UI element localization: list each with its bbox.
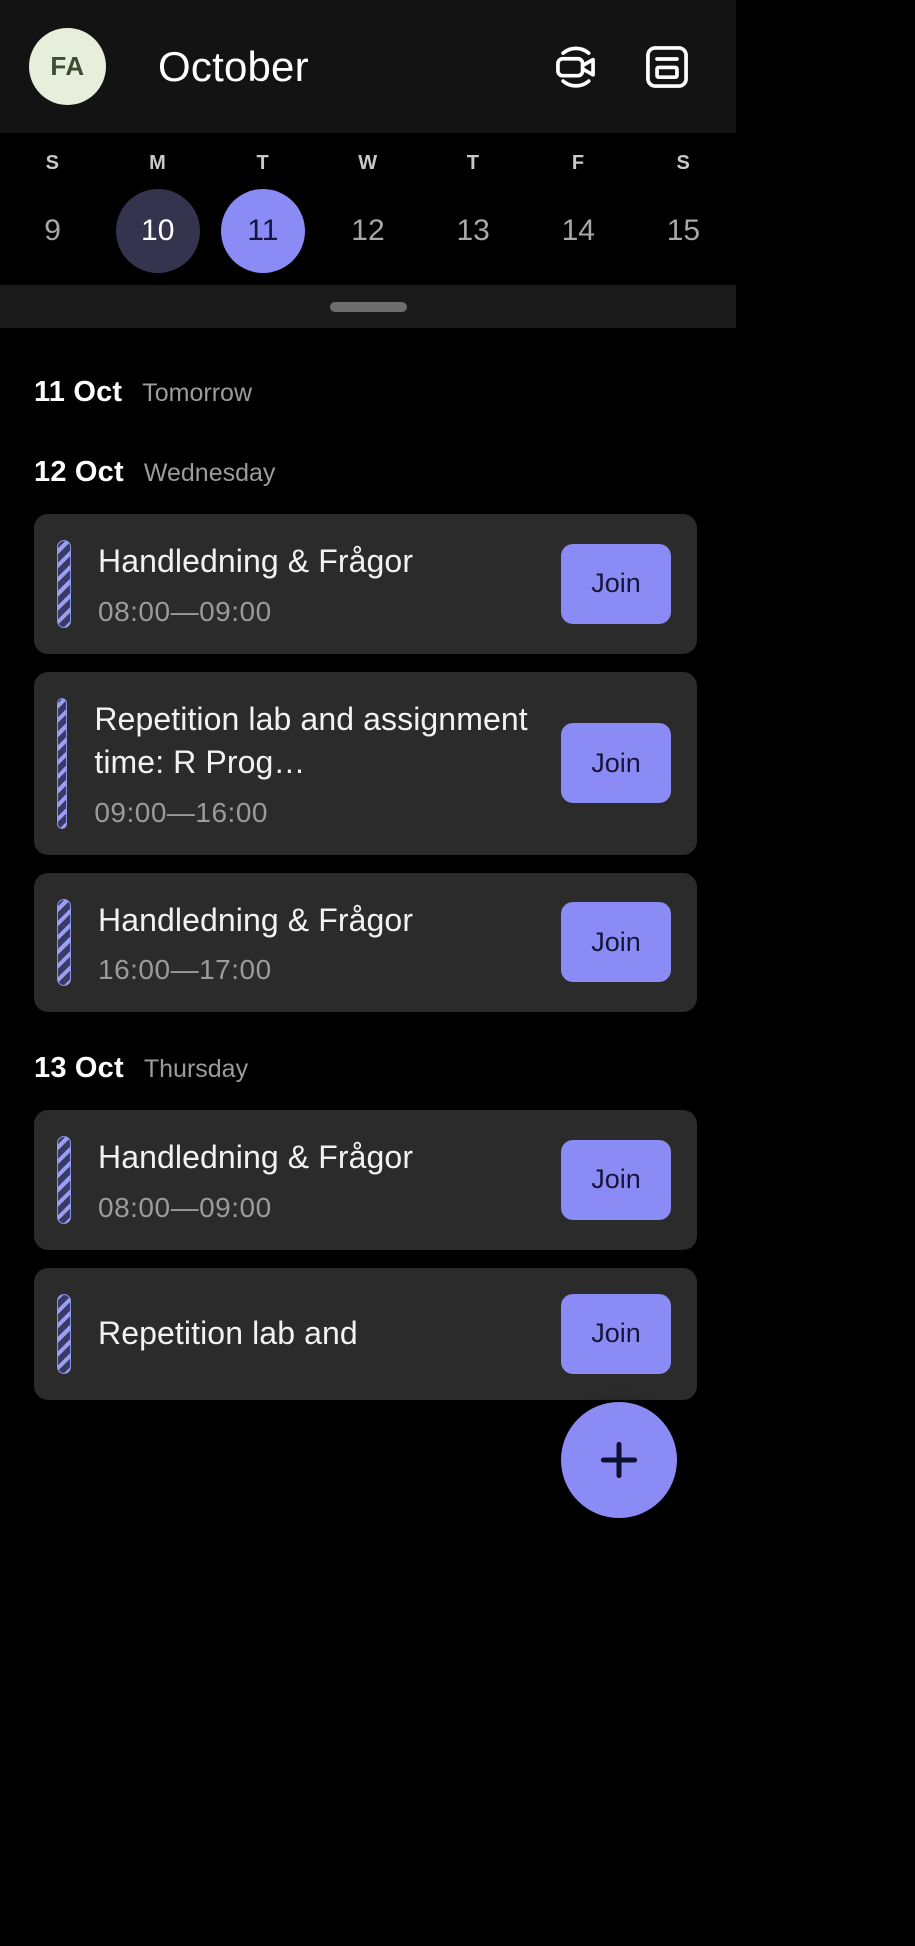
event-body: Handledning & Frågor 16:00—17:00: [71, 899, 561, 987]
event-accent-bar: [57, 899, 71, 987]
avatar[interactable]: FA: [29, 28, 106, 105]
event-time: 08:00—09:00: [98, 596, 549, 628]
date-row: 9 10 11 12 13 14 15: [0, 189, 736, 273]
weekday-label: W: [315, 152, 420, 175]
event-accent-bar: [57, 540, 71, 628]
event-time: 09:00—16:00: [94, 797, 549, 829]
weekday-label: M: [105, 152, 210, 175]
weekday-label-row: S M T W T F S: [0, 133, 736, 175]
join-button[interactable]: Join: [561, 1140, 671, 1220]
phone-content: FA October: [0, 0, 736, 1946]
weekday-label: F: [526, 152, 631, 175]
day-weekday: Thursday: [144, 1055, 248, 1084]
day-date: 13 Oct: [34, 1052, 124, 1085]
page-title: October: [158, 43, 309, 91]
event-accent-bar: [57, 698, 67, 829]
day-header-12-oct: 12 Oct Wednesday: [0, 456, 736, 496]
day-header-13-oct: 13 Oct Thursday: [0, 1052, 736, 1092]
day-header-11-oct: 11 Oct Tomorrow: [0, 376, 736, 416]
week-strip: S M T W T F S 9 10 11 12: [0, 133, 736, 285]
date-number: 15: [641, 189, 725, 273]
event-title: Handledning & Frågor: [98, 899, 549, 943]
day-weekday: Tomorrow: [142, 379, 252, 408]
date-number: 13: [431, 189, 515, 273]
header-actions: [551, 41, 693, 93]
date-number: 9: [11, 189, 95, 273]
date-cell-10[interactable]: 10: [105, 189, 210, 273]
agenda-view-icon[interactable]: [641, 41, 693, 93]
event-card[interactable]: Repetition lab and Join: [34, 1268, 697, 1400]
add-event-fab[interactable]: [561, 1402, 677, 1518]
event-body: Repetition lab and: [71, 1312, 561, 1356]
date-cell-12[interactable]: 12: [315, 189, 420, 273]
date-cell-9[interactable]: 9: [0, 189, 105, 273]
screen-right-padding: [736, 0, 915, 1946]
join-button[interactable]: Join: [561, 1294, 671, 1374]
join-button[interactable]: Join: [561, 544, 671, 624]
weekday-label: S: [0, 152, 105, 175]
date-cell-15[interactable]: 15: [631, 189, 736, 273]
day-date: 11 Oct: [34, 376, 122, 409]
avatar-initials: FA: [50, 51, 84, 82]
date-cell-13[interactable]: 13: [421, 189, 526, 273]
event-body: Repetition lab and assignment time: R Pr…: [67, 698, 561, 829]
event-body: Handledning & Frågor 08:00—09:00: [71, 1136, 561, 1224]
event-title: Handledning & Frågor: [98, 540, 549, 584]
date-number: 12: [326, 189, 410, 273]
app-header: FA October: [0, 0, 736, 133]
day-weekday: Wednesday: [144, 459, 276, 488]
date-number-selected: 11: [221, 189, 305, 273]
sheet-drag-handle-band[interactable]: [0, 285, 736, 328]
event-card[interactable]: Handledning & Frågor 08:00—09:00 Join: [34, 1110, 697, 1250]
date-number-today: 10: [116, 189, 200, 273]
date-cell-14[interactable]: 14: [526, 189, 631, 273]
event-card[interactable]: Handledning & Frågor 08:00—09:00 Join: [34, 514, 697, 654]
calendar-app-screen: FA October: [0, 0, 915, 1946]
event-time: 08:00—09:00: [98, 1192, 549, 1224]
join-button[interactable]: Join: [561, 902, 671, 982]
weekday-label: S: [631, 152, 736, 175]
date-number: 14: [536, 189, 620, 273]
event-accent-bar: [57, 1136, 71, 1224]
event-title: Repetition lab and assignment time: R Pr…: [94, 698, 549, 785]
video-camera-icon[interactable]: [551, 41, 603, 93]
join-button[interactable]: Join: [561, 723, 671, 803]
day-date: 12 Oct: [34, 456, 124, 489]
event-card[interactable]: Handledning & Frågor 16:00—17:00 Join: [34, 873, 697, 1013]
event-accent-bar: [57, 1294, 71, 1374]
agenda-list[interactable]: 11 Oct Tomorrow 12 Oct Wednesday Handled…: [0, 328, 736, 1946]
event-body: Handledning & Frågor 08:00—09:00: [71, 540, 561, 628]
sheet-drag-handle[interactable]: [330, 302, 407, 312]
event-time: 16:00—17:00: [98, 954, 549, 986]
event-title: Handledning & Frågor: [98, 1136, 549, 1180]
event-card[interactable]: Repetition lab and assignment time: R Pr…: [34, 672, 697, 855]
plus-icon: [594, 1435, 644, 1485]
weekday-label: T: [421, 152, 526, 175]
event-title: Repetition lab and: [98, 1312, 549, 1356]
weekday-label: T: [210, 152, 315, 175]
date-cell-11[interactable]: 11: [210, 189, 315, 273]
